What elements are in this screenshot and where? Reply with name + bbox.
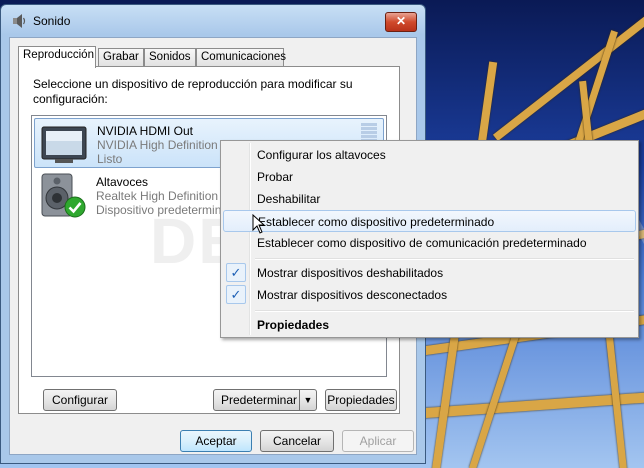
window-title: Sonido <box>33 14 71 28</box>
apply-button: Aplicar <box>342 430 414 452</box>
menu-item-label: Propiedades <box>257 318 330 332</box>
tab-comunicaciones[interactable]: Comunicaciones <box>196 48 286 66</box>
device-status: Dispositivo predetermin <box>96 203 222 217</box>
tab-sonidos[interactable]: Sonidos <box>144 48 196 66</box>
device-name: NVIDIA HDMI Out <box>97 124 194 138</box>
device-status: Listo <box>97 152 123 166</box>
device-name: Altavoces <box>96 175 149 189</box>
dropdown-arrow-icon[interactable]: ▼ <box>299 390 316 410</box>
tab-grabar[interactable]: Grabar <box>98 48 144 66</box>
title-bar[interactable]: Sonido ✕ <box>1 5 425 35</box>
wallpaper-beam <box>419 391 644 419</box>
checkmark-icon: ✓ <box>226 263 246 282</box>
menu-item-test[interactable]: Probar <box>223 166 636 188</box>
checkmark-icon: ✓ <box>226 285 246 304</box>
menu-item-show-disabled[interactable]: ✓ Mostrar dispositivos deshabilitados <box>223 262 636 284</box>
menu-item-label: Configurar los altavoces <box>257 148 386 162</box>
menu-item-label: Mostrar dispositivos desconectados <box>257 288 448 302</box>
device-driver: Realtek High Definition <box>96 189 219 203</box>
menu-item-label: Mostrar dispositivos deshabilitados <box>257 266 444 280</box>
monitor-icon <box>41 126 87 163</box>
menu-item-label: Establecer como dispositivo predetermina… <box>258 215 495 229</box>
menu-item-disable[interactable]: Deshabilitar <box>223 188 636 210</box>
menu-item-label: Deshabilitar <box>257 192 321 206</box>
menu-item-set-default[interactable]: Establecer como dispositivo predetermina… <box>223 210 636 232</box>
set-default-label: Predeterminar <box>220 393 298 407</box>
menu-item-show-disconnected[interactable]: ✓ Mostrar dispositivos desconectados <box>223 284 636 306</box>
tab-reproduccion[interactable]: Reproducción <box>18 46 96 68</box>
menu-separator <box>255 310 634 312</box>
speaker-app-icon <box>13 14 26 28</box>
menu-item-set-default-communication[interactable]: Establecer como dispositivo de comunicac… <box>223 232 636 254</box>
menu-item-label: Establecer como dispositivo de comunicac… <box>257 236 587 250</box>
configure-button[interactable]: Configurar <box>43 389 117 411</box>
menu-item-configure-speakers[interactable]: Configurar los altavoces <box>223 144 636 166</box>
close-button[interactable]: ✕ <box>385 12 417 32</box>
mouse-pointer-icon <box>252 214 266 234</box>
set-default-split-button[interactable]: Predeterminar ▼ <box>213 389 317 411</box>
menu-item-label: Probar <box>257 170 294 184</box>
menu-separator <box>255 258 634 260</box>
cancel-button[interactable]: Cancelar <box>260 430 334 452</box>
instructions-text: Seleccione un dispositivo de reproducció… <box>33 77 353 106</box>
ok-button[interactable]: Aceptar <box>180 430 252 452</box>
default-check-icon <box>64 196 86 218</box>
menu-item-properties[interactable]: Propiedades <box>223 314 636 336</box>
properties-button[interactable]: Propiedades <box>325 389 397 411</box>
context-menu: Configurar los altavoces Probar Deshabil… <box>220 140 639 338</box>
